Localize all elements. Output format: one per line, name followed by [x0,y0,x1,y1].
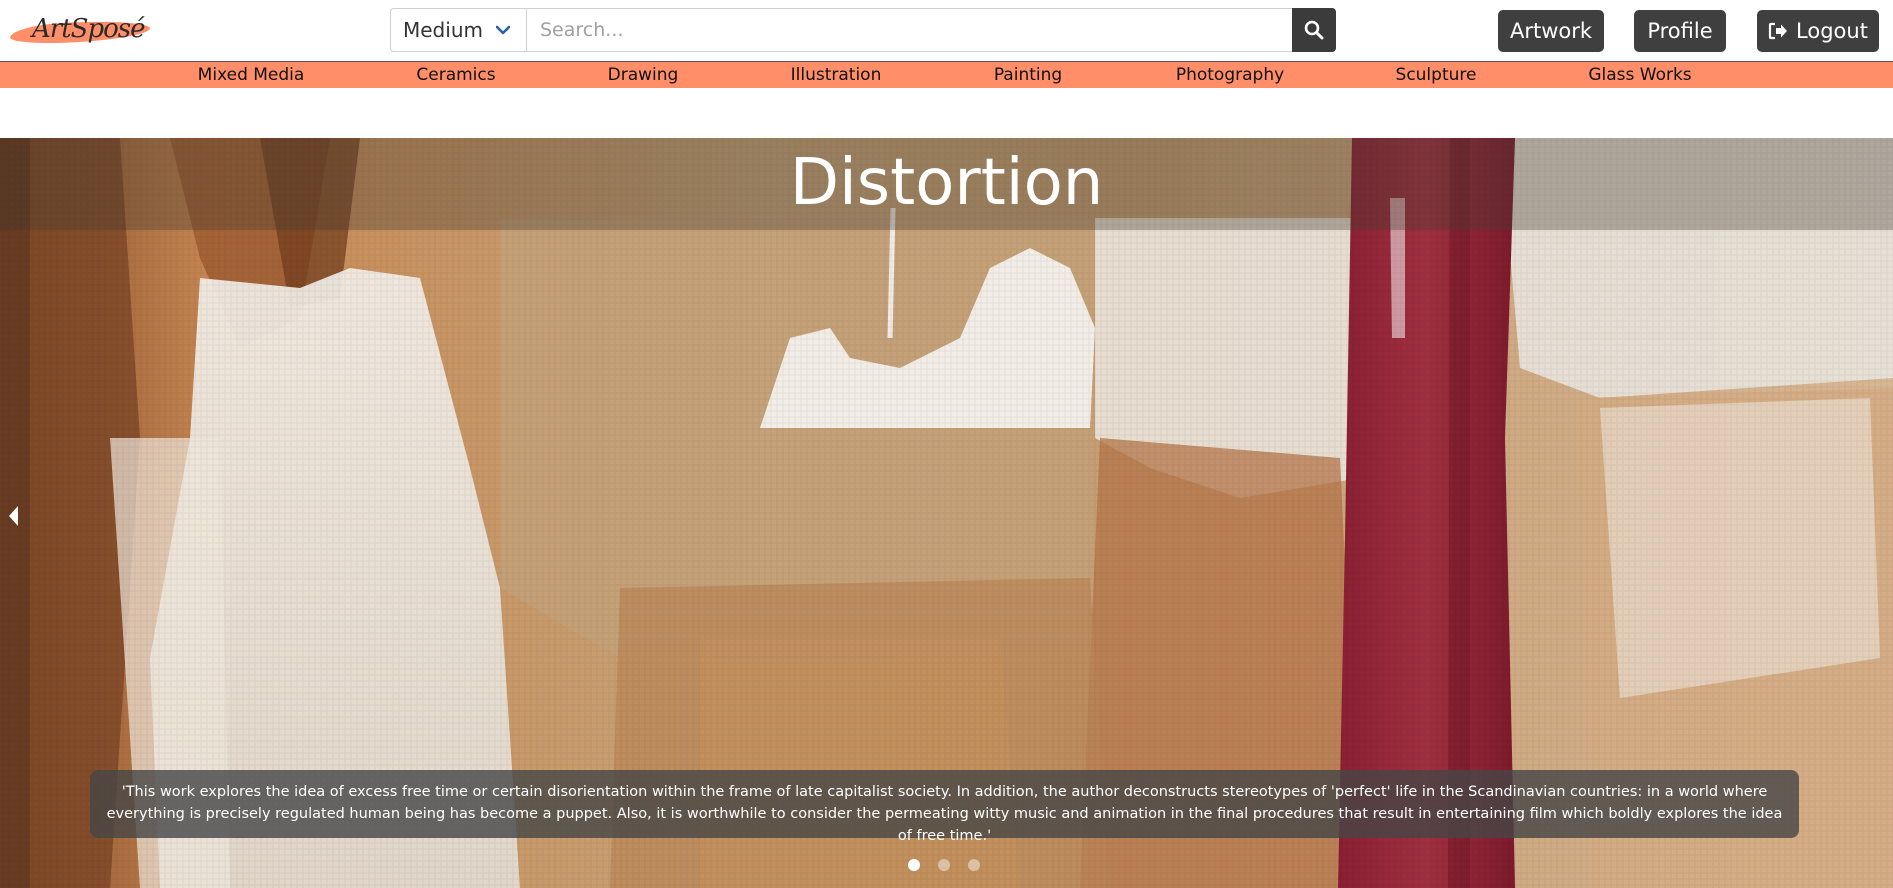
artwork-title: Distortion [789,146,1104,220]
category-ceramics[interactable]: Ceramics [416,62,495,88]
logout-button-label: Logout [1796,19,1868,43]
artwork-button[interactable]: Artwork [1498,10,1604,52]
medium-dropdown[interactable]: Medium [391,9,527,51]
carousel-indicator-1[interactable] [908,859,920,871]
profile-button[interactable]: Profile [1634,10,1726,52]
category-sculpture[interactable]: Sculpture [1396,62,1477,88]
category-painting[interactable]: Painting [994,62,1062,88]
logo-text: ArtSposé [32,14,145,44]
medium-dropdown-label: Medium [403,18,483,42]
artwork-carousel: Distortion 'This work explores the idea … [0,138,1893,888]
chevron-down-icon [496,25,510,35]
category-photography[interactable]: Photography [1176,62,1284,88]
carousel-prev-button[interactable] [0,138,30,888]
carousel-indicators [908,859,980,871]
search-button[interactable] [1292,8,1336,52]
carousel-indicator-2[interactable] [938,859,950,871]
search-icon [1304,20,1324,40]
category-bar: Mixed Media Ceramics Drawing Illustratio… [0,62,1893,88]
artspose-logo[interactable]: ArtSposé [9,12,151,48]
category-drawing[interactable]: Drawing [608,62,679,88]
search-bar: Medium [390,8,1336,52]
category-glass-works[interactable]: Glass Works [1588,62,1691,88]
logout-button[interactable]: Logout [1757,10,1879,52]
carousel-indicator-3[interactable] [968,859,980,871]
caret-left-icon [9,506,18,526]
top-navbar: ArtSposé Medium Artwork Profile Logout [0,0,1893,62]
category-mixed-media[interactable]: Mixed Media [198,62,305,88]
search-input[interactable] [528,9,1284,51]
artwork-description: 'This work explores the idea of excess f… [90,770,1799,844]
profile-button-label: Profile [1647,19,1713,43]
sign-out-icon [1768,22,1788,40]
artwork-button-label: Artwork [1509,19,1593,43]
category-illustration[interactable]: Illustration [791,62,882,88]
